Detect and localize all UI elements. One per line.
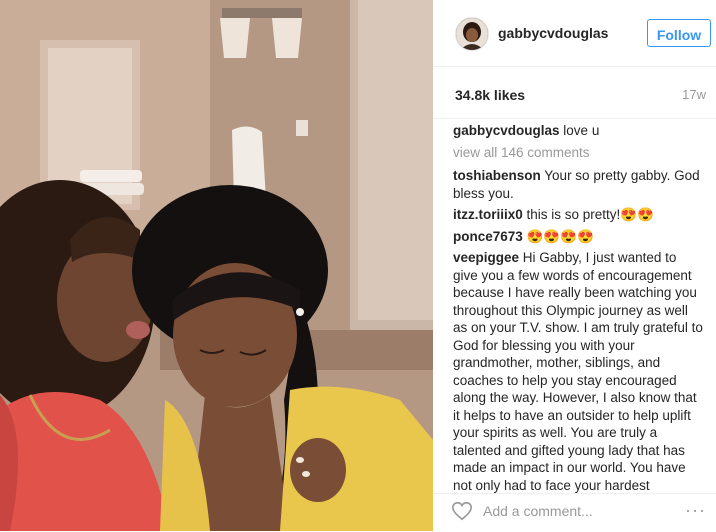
add-comment-input[interactable]: Add a comment... (483, 503, 593, 519)
comment-text: this is so pretty!😍😍 (526, 207, 654, 222)
post-side-panel: gabbycvdouglas Follow 34.8k likes 17w ga… (433, 0, 716, 531)
comment-text: 😍😍😍😍 (526, 228, 594, 244)
comment-item: toshiabenson Your so pretty gabby. God b… (453, 167, 704, 202)
avatar[interactable] (455, 17, 489, 51)
caption-username[interactable]: gabbycvdouglas (453, 123, 560, 138)
comment-item: itzz.toriiix0 this is so pretty!😍😍 (453, 206, 704, 224)
caption-text: love u (563, 123, 600, 138)
comment-username[interactable]: veepiggee (453, 250, 519, 265)
likes-count[interactable]: 34.8k likes (455, 87, 525, 103)
post-header: gabbycvdouglas Follow (433, 0, 716, 67)
comment-item: ponce7673 😍😍😍😍 (453, 228, 704, 246)
follow-button[interactable]: Follow (647, 19, 711, 47)
heart-icon-svg (452, 501, 472, 521)
more-options-button[interactable]: ··· (685, 500, 706, 521)
comment-username[interactable]: ponce7673 (453, 229, 523, 244)
avatar-image (456, 18, 488, 50)
comments-section[interactable]: gabbycvdouglas love u view all 146 comme… (433, 118, 716, 494)
comment-item: veepiggee Hi Gabby, I just wanted to giv… (453, 249, 704, 494)
comment-username[interactable]: itzz.toriiix0 (453, 207, 523, 222)
post-photo[interactable] (0, 0, 433, 531)
post-footer: Add a comment... ··· (433, 493, 716, 532)
caption: gabbycvdouglas love u (453, 122, 704, 140)
username-link[interactable]: gabbycvdouglas (498, 25, 608, 41)
photo-illustration (0, 0, 433, 531)
post-timestamp[interactable]: 17w (682, 87, 706, 102)
heart-icon[interactable] (451, 500, 473, 527)
comment-username[interactable]: toshiabenson (453, 168, 541, 183)
comment-text: Hi Gabby, I just wanted to give you a fe… (453, 250, 703, 493)
view-all-comments-link[interactable]: view all 146 comments (453, 144, 704, 162)
